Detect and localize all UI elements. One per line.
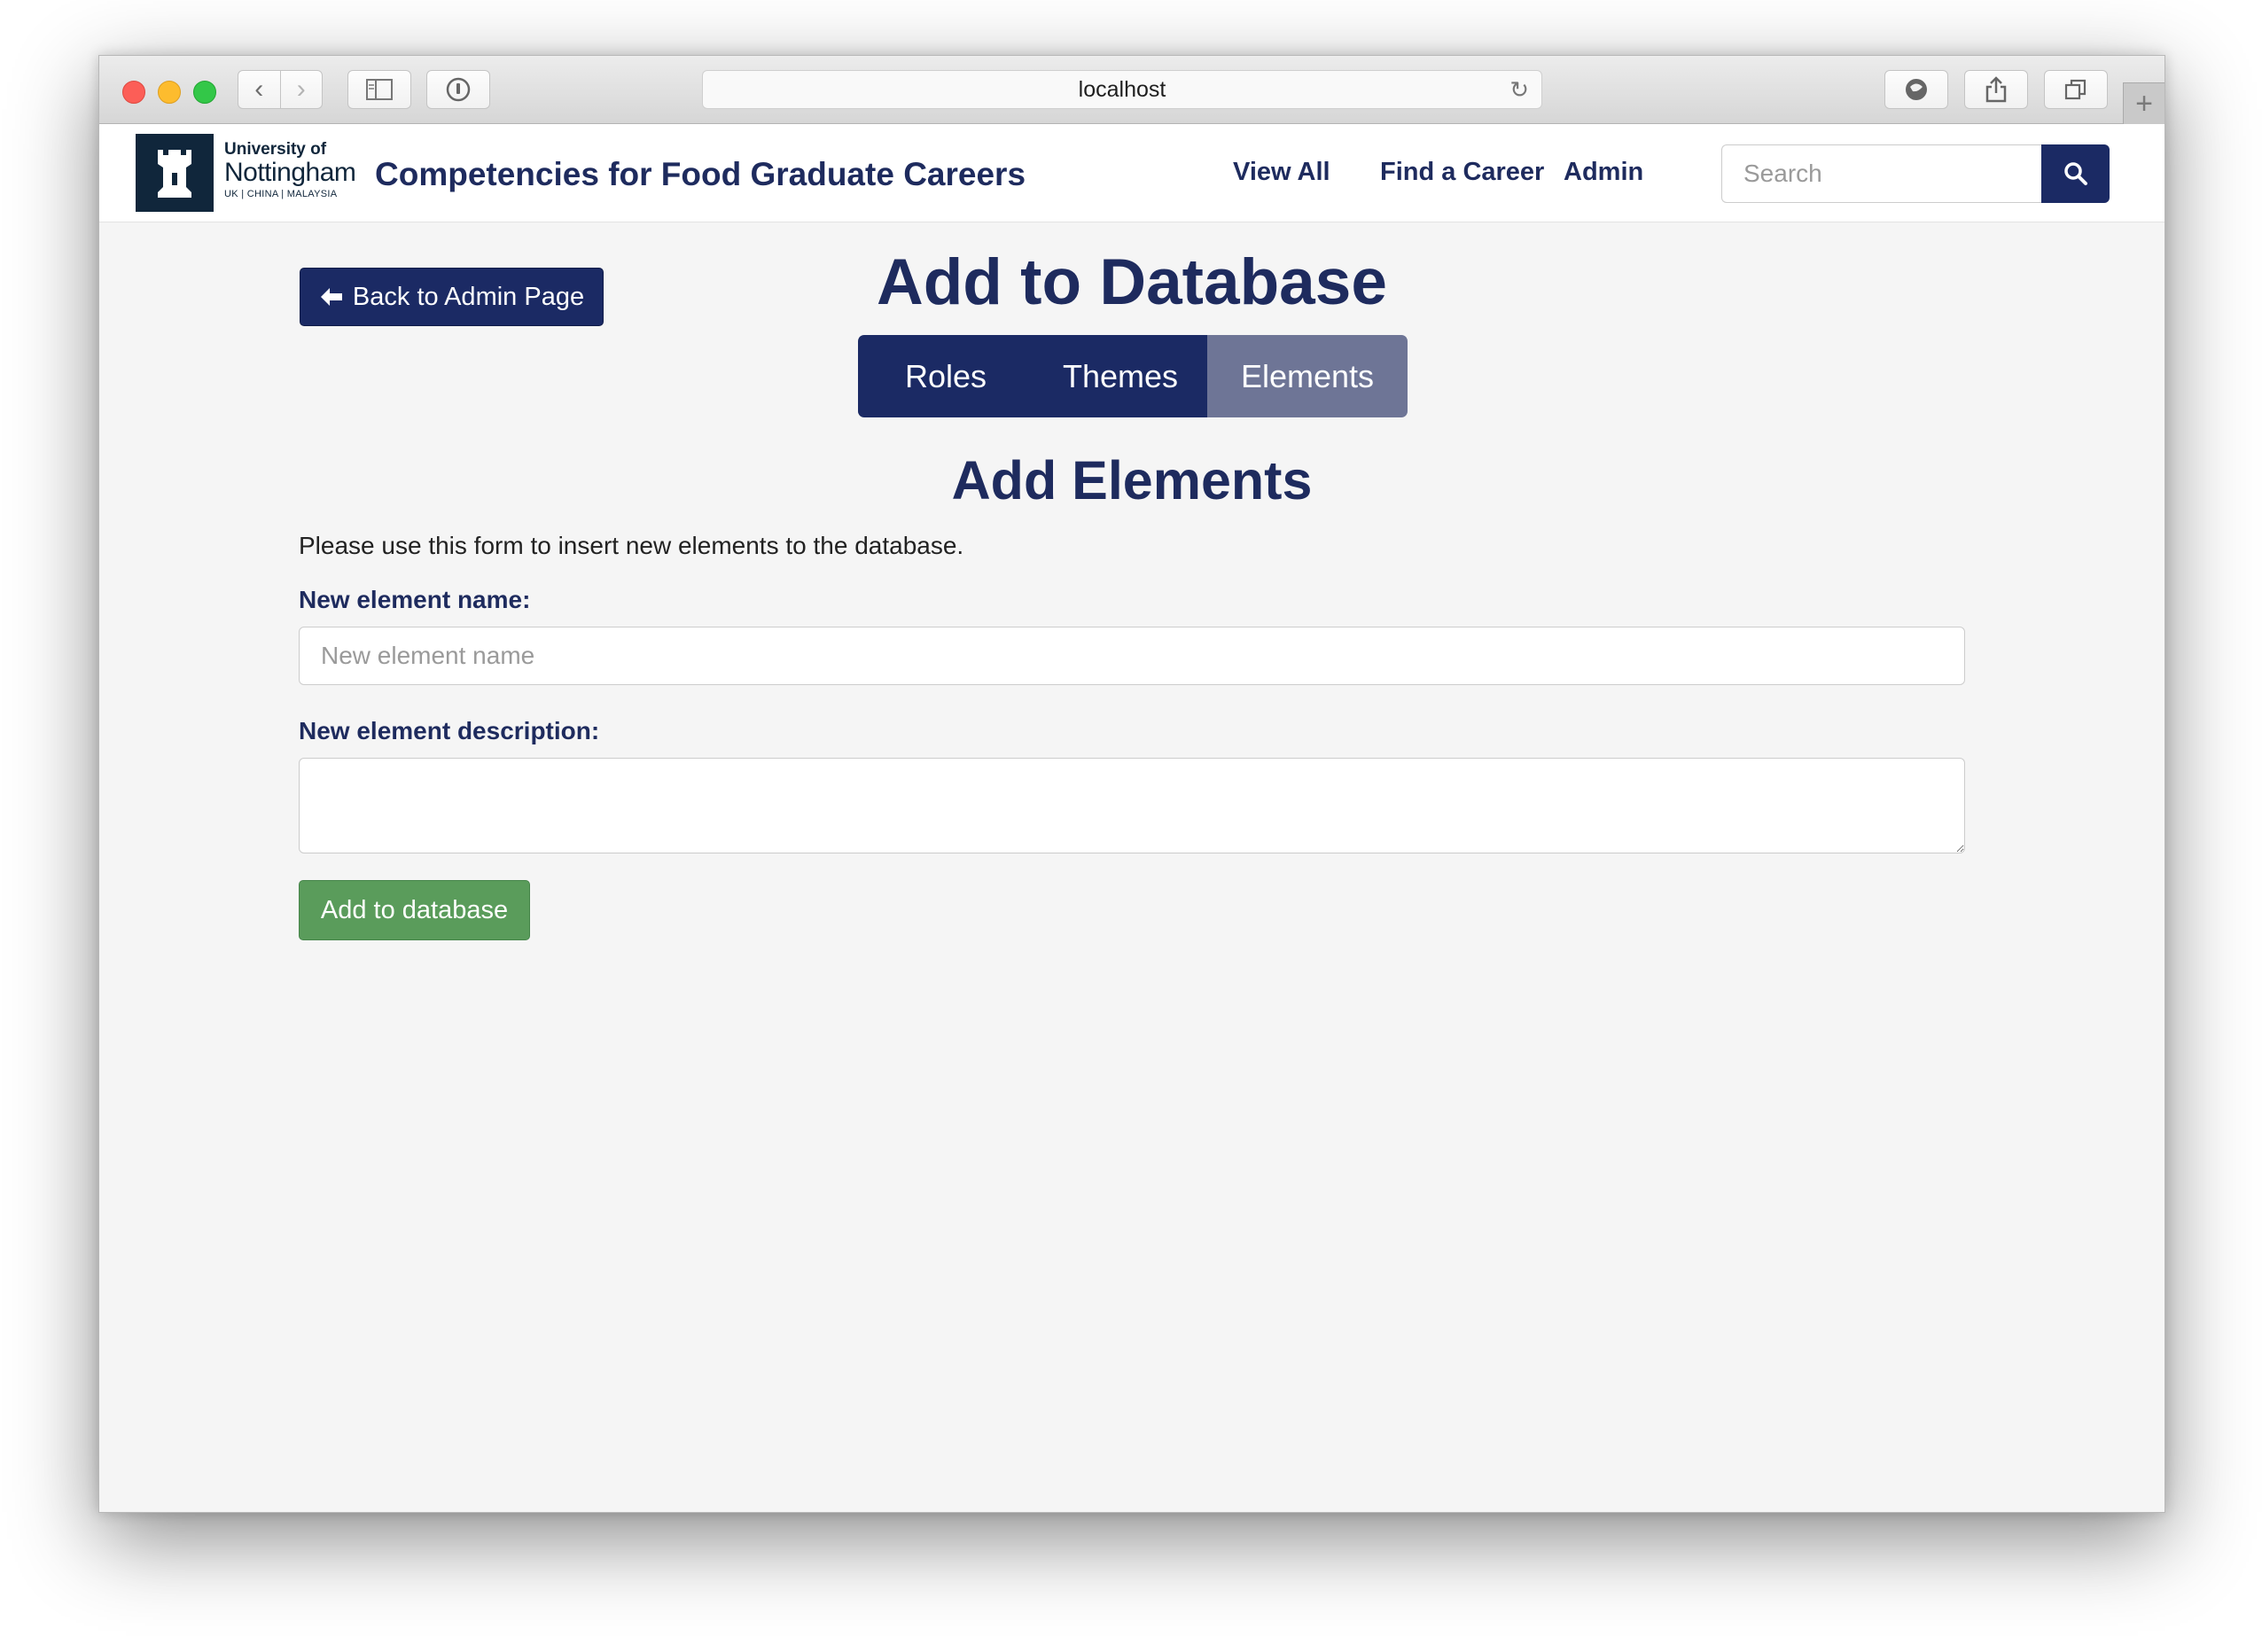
browser-toolbar: ‹ › localhost ↻ +: [99, 56, 2164, 124]
search-button[interactable]: [2041, 144, 2110, 203]
search-icon: [2063, 162, 2087, 185]
search-input[interactable]: [1721, 144, 2042, 203]
back-icon[interactable]: ‹: [238, 71, 280, 108]
form-intro-text: Please use this form to insert new eleme…: [299, 532, 964, 559]
logo-line-2: Nottingham: [224, 158, 356, 187]
element-description-label: New element description:: [299, 717, 600, 744]
address-bar[interactable]: localhost ↻: [702, 70, 1542, 109]
nav-view-all[interactable]: View All: [1233, 158, 1330, 187]
tabs-icon[interactable]: [2044, 70, 2108, 109]
tab-roles[interactable]: Roles: [858, 335, 1034, 417]
minimize-window-button[interactable]: [158, 81, 181, 104]
extension-icon[interactable]: [1884, 70, 1948, 109]
page-title: Add to Database: [877, 246, 1387, 318]
add-to-database-button[interactable]: Add to database: [299, 880, 530, 940]
element-name-label: New element name:: [299, 586, 531, 613]
element-name-input[interactable]: [299, 627, 1965, 685]
password-icon[interactable]: [426, 70, 490, 109]
entity-tabs: Roles Themes Elements: [858, 335, 1408, 417]
logo-line-1: University of: [224, 140, 327, 159]
university-wordmark: University of Nottingham UK | CHINA | MA…: [224, 140, 356, 201]
close-window-button[interactable]: [122, 81, 145, 104]
site-navbar: University of Nottingham UK | CHINA | MA…: [99, 124, 2164, 222]
forward-icon[interactable]: ›: [279, 71, 323, 108]
nav-find-career[interactable]: Find a Career: [1380, 158, 1544, 187]
share-icon[interactable]: [1964, 70, 2028, 109]
history-nav: ‹ ›: [238, 70, 323, 109]
element-description-textarea[interactable]: [299, 758, 1965, 853]
tab-elements[interactable]: Elements: [1207, 335, 1408, 417]
university-crest-logo[interactable]: [136, 134, 214, 212]
site-title[interactable]: Competencies for Food Graduate Careers: [375, 156, 1026, 193]
nav-admin[interactable]: Admin: [1564, 158, 1643, 187]
section-title: Add Elements: [951, 450, 1313, 510]
browser-window: ‹ › localhost ↻ + University of Nottingh…: [98, 55, 2165, 1513]
sidebar-icon[interactable]: [347, 70, 411, 109]
maximize-window-button[interactable]: [193, 81, 216, 104]
new-tab-icon[interactable]: +: [2123, 82, 2164, 124]
url-text: localhost: [1078, 76, 1166, 102]
tab-themes[interactable]: Themes: [1034, 335, 1207, 417]
reload-icon[interactable]: ↻: [1509, 76, 1529, 104]
logo-line-3: UK | CHINA | MALAYSIA: [224, 189, 338, 199]
